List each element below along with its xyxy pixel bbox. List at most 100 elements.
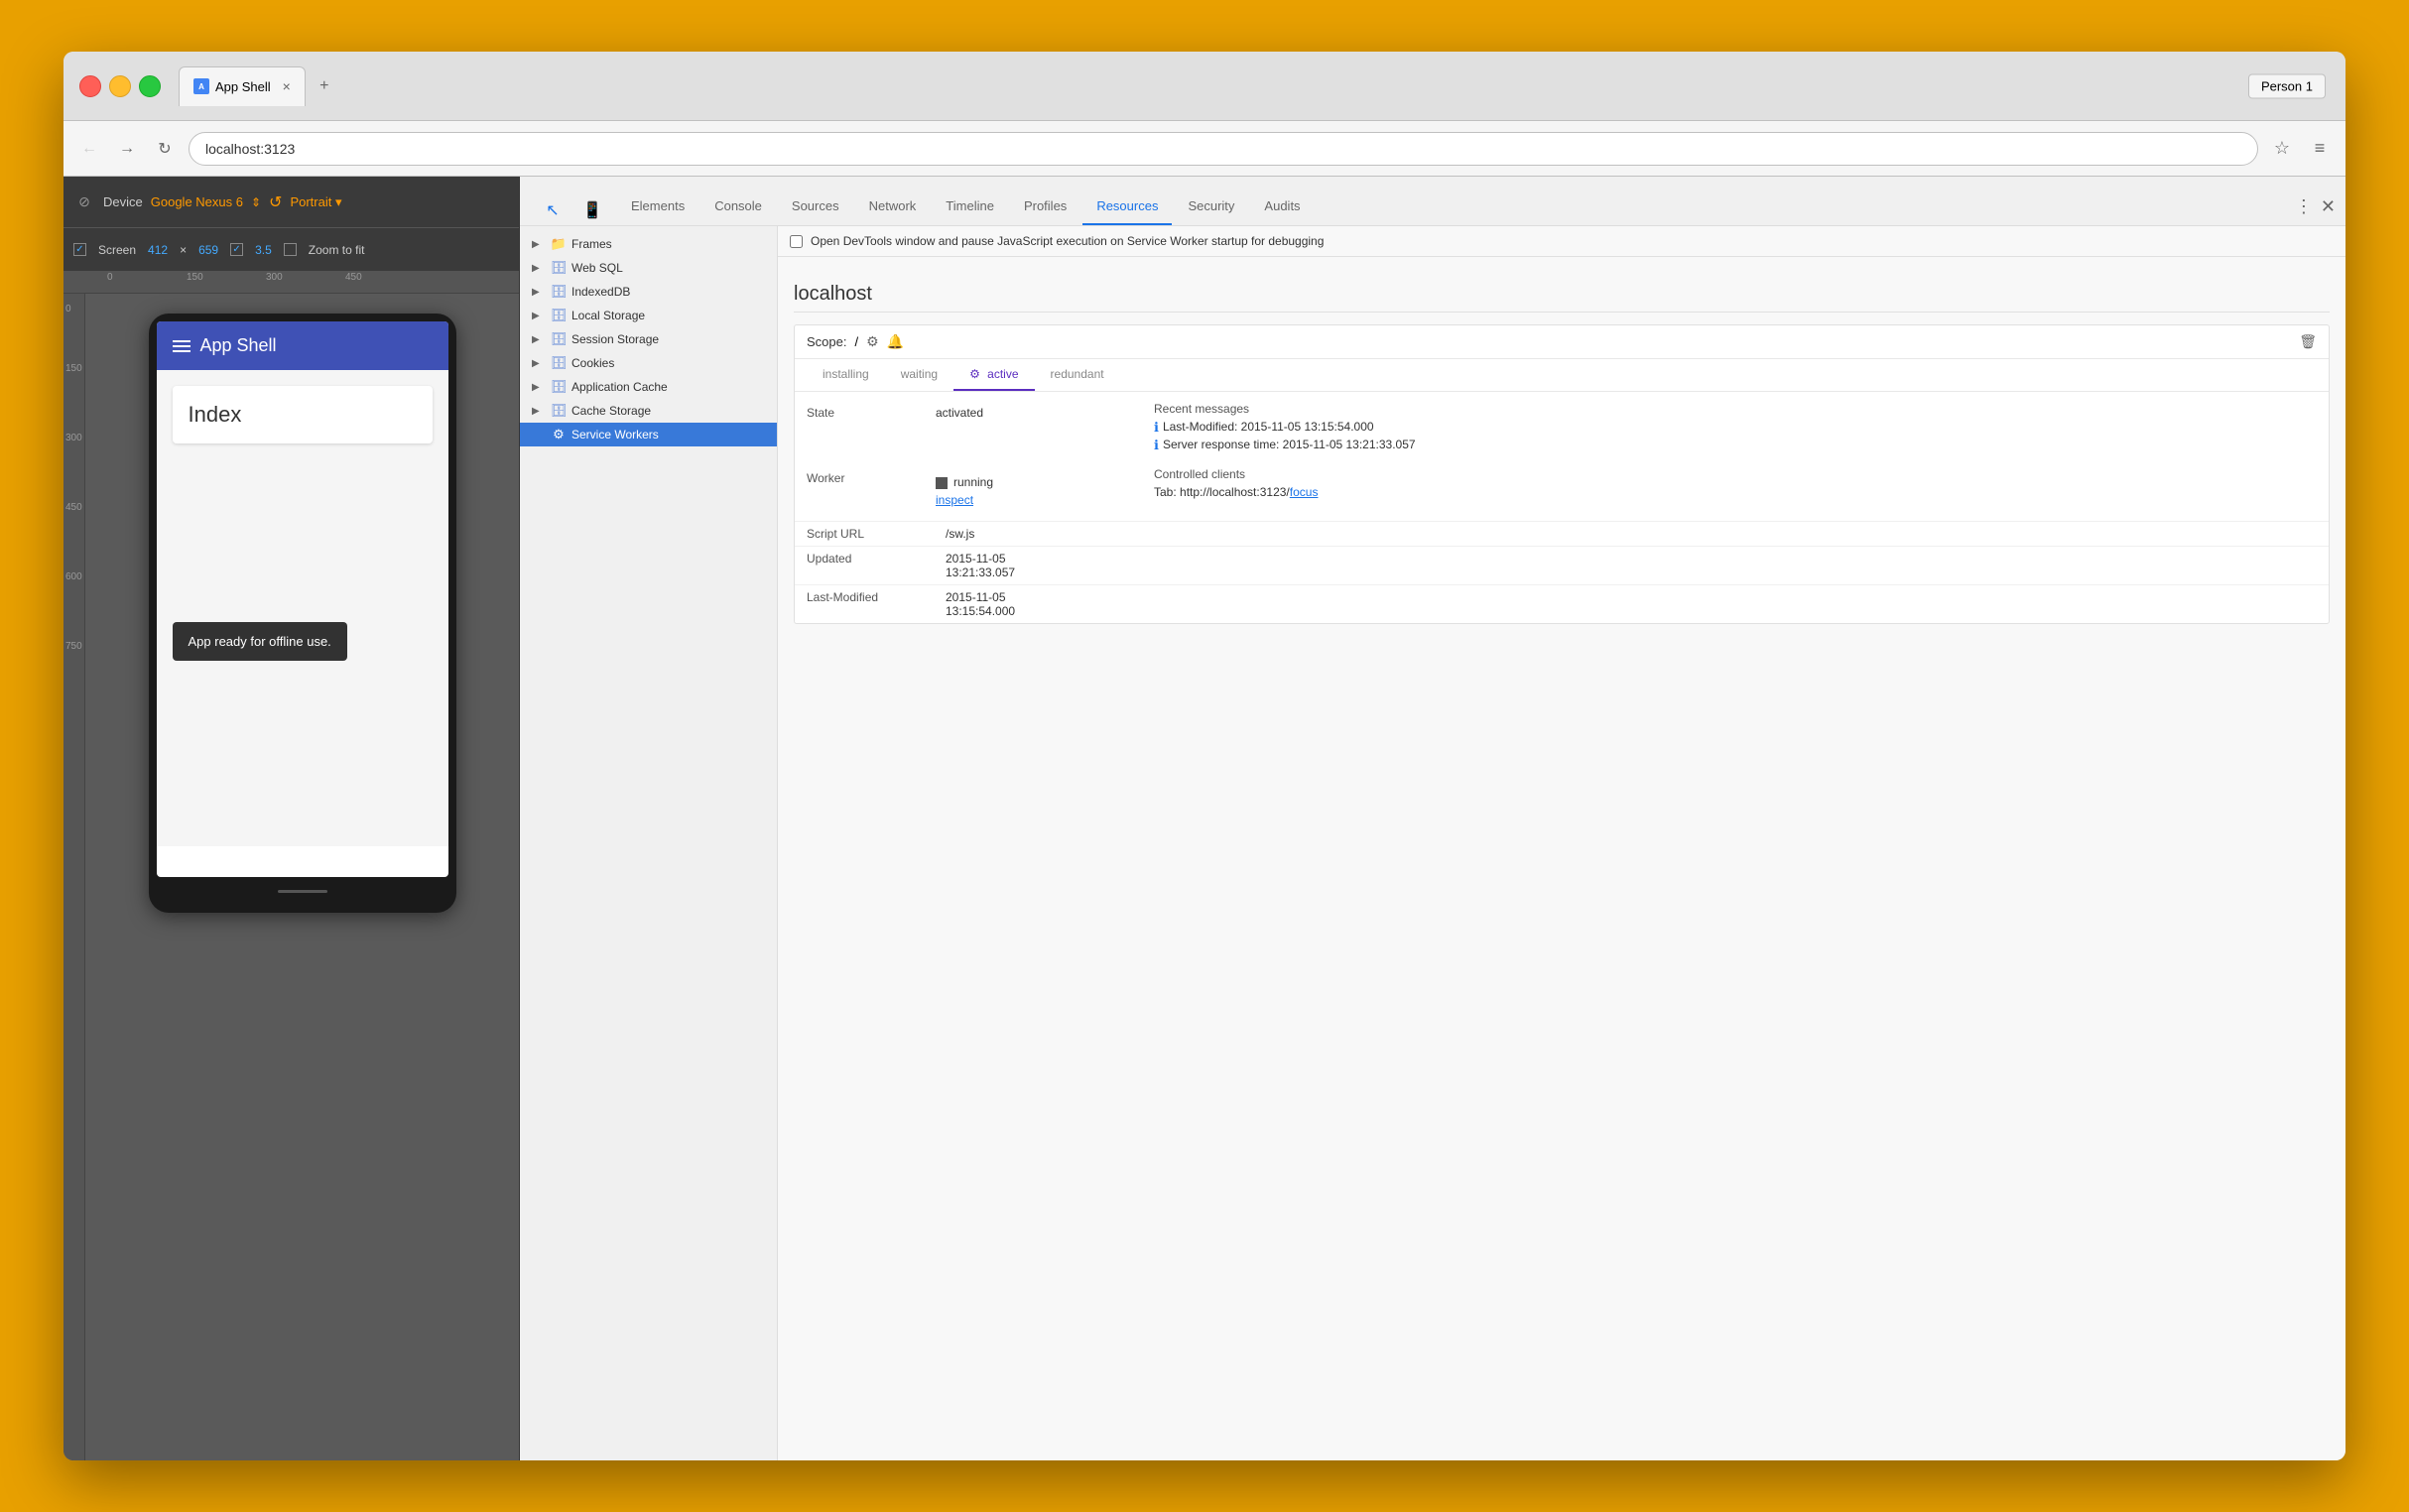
sw-warning-bar: Open DevTools window and pause JavaScrip… [778, 226, 2346, 257]
person-button[interactable]: Person 1 [2248, 73, 2326, 98]
db-icon-indexeddb: 🗄 [550, 284, 568, 300]
tab-app-shell[interactable]: A App Shell × [179, 66, 306, 106]
tree-item-websql[interactable]: ▶ 🗄 Web SQL [520, 256, 777, 280]
tab-profiles[interactable]: Profiles [1010, 188, 1080, 225]
worker-value-col: running inspect [936, 467, 1154, 511]
back-button[interactable]: ← [75, 135, 103, 163]
device-portrait-select[interactable]: Portrait ▾ [290, 194, 341, 210]
tree-item-cookies[interactable]: ▶ 🗄 Cookies [520, 351, 777, 375]
host-section: localhost Scope: / ⚙ 🔔 🗑 [794, 273, 2330, 624]
address-bar[interactable]: localhost:3123 [189, 132, 2258, 166]
ruler-mark-450: 450 [345, 272, 362, 283]
tree-item-localstorage[interactable]: ▶ 🗄 Local Storage [520, 304, 777, 327]
bookmark-button[interactable]: ☆ [2268, 135, 2296, 163]
traffic-lights [79, 75, 161, 97]
zoom-level: 3.5 [255, 243, 272, 257]
worker-inspect-link[interactable]: inspect [936, 493, 973, 507]
zoom-to-fit-checkbox[interactable] [284, 243, 297, 256]
controlled-clients-col: Controlled clients Tab: http://localhost… [1154, 467, 2317, 511]
screen-x: × [180, 243, 187, 257]
tab-sources[interactable]: Sources [778, 188, 853, 225]
more-tabs-button[interactable]: ⋮ [2295, 196, 2313, 217]
maximize-button[interactable] [139, 75, 161, 97]
sw-scope-bar: Scope: / ⚙ 🔔 🗑 [795, 325, 2329, 359]
refresh-button[interactable]: ↻ [151, 135, 179, 163]
scope-delete-button[interactable]: 🗑 [2299, 333, 2317, 350]
info-icon-2: ℹ [1154, 438, 1159, 453]
ruler-v-mark-750: 750 [65, 641, 82, 652]
host-title: localhost [794, 273, 2330, 313]
device-arrows-icon[interactable]: ⇕ [251, 195, 261, 209]
new-tab-button[interactable]: + [310, 71, 339, 101]
sw-tab-installing[interactable]: installing [807, 359, 885, 391]
close-button[interactable] [79, 75, 101, 97]
tree-item-frames[interactable]: ▶ 📁 Frames [520, 232, 777, 256]
ruler-mark-300: 300 [266, 272, 283, 283]
tab-elements[interactable]: Elements [617, 188, 698, 225]
browser-window: A App Shell × + Person 1 ← → ↻ localhost… [63, 52, 2346, 1460]
tree-arrow-frames: ▶ [532, 239, 546, 250]
cursor-icon[interactable]: ↖ [538, 195, 568, 225]
recent-messages-label: Recent messages [1154, 402, 2317, 416]
tree-item-sessionstorage[interactable]: ▶ 🗄 Session Storage [520, 327, 777, 351]
devtools-tab-icons: ↖ 📱 [530, 195, 615, 225]
script-url-label: Script URL [807, 527, 946, 541]
menu-button[interactable]: ≡ [2306, 135, 2334, 163]
sw-icon: ⚙ [550, 427, 568, 442]
title-bar: A App Shell × + Person 1 [63, 52, 2346, 121]
recent-messages-col: Recent messages ℹ Last-Modified: 2015-11… [1154, 402, 2317, 455]
screen-checkbox[interactable] [73, 243, 86, 256]
resources-tree: ▶ 📁 Frames ▶ 🗄 Web SQL ▶ 🗄 IndexedDB [520, 226, 778, 1460]
hamburger-menu[interactable] [173, 340, 190, 352]
device-sub-toolbar: Screen 412 × 659 3.5 Zoom to fit [63, 228, 519, 272]
index-title: Index [189, 402, 417, 428]
scope-bell-icon[interactable]: 🔔 [887, 333, 904, 350]
tab-console[interactable]: Console [700, 188, 776, 225]
phone-screen: App Shell Index App ready for offline us… [157, 321, 448, 877]
tree-item-appcache[interactable]: ▶ 🗄 Application Cache [520, 375, 777, 399]
tab-network[interactable]: Network [855, 188, 931, 225]
tree-item-cachestorage[interactable]: ▶ 🗄 Cache Storage [520, 399, 777, 423]
tab-resources[interactable]: Resources [1082, 188, 1172, 225]
ruler-v-mark-600: 600 [65, 571, 82, 582]
app-header: App Shell [157, 321, 448, 370]
sw-status-tabs: installing waiting ⚙ active [795, 359, 2329, 392]
updated-value-2: 13:21:33.057 [946, 566, 2317, 579]
devtools-main: localhost Scope: / ⚙ 🔔 🗑 [778, 257, 2346, 1460]
last-modified-value-2: 13:15:54.000 [946, 604, 2317, 618]
device-rotate-icon[interactable]: ↺ [269, 192, 282, 212]
sw-debug-checkbox[interactable] [790, 235, 803, 248]
tab-timeline[interactable]: Timeline [932, 188, 1008, 225]
folder-icon-frames: 📁 [550, 236, 568, 252]
tab-close-button[interactable]: × [283, 78, 291, 94]
ruler-mark-150: 150 [187, 272, 203, 283]
tab-audits[interactable]: Audits [1250, 188, 1314, 225]
message-item-1: ℹ Last-Modified: 2015-11-05 13:15:54.000 [1154, 420, 2317, 436]
forward-button[interactable]: → [113, 135, 141, 163]
tab-favicon: A [193, 78, 209, 94]
nav-bar: ← → ↻ localhost:3123 ☆ ≡ [63, 121, 2346, 177]
zoom-checkbox[interactable] [230, 243, 243, 256]
scope-settings-icon[interactable]: ⚙ [866, 333, 879, 350]
client-focus-link[interactable]: focus [1290, 485, 1319, 499]
tree-arrow-appcache: ▶ [532, 382, 546, 393]
phone-bottom-bar [157, 877, 448, 905]
tree-item-serviceworkers[interactable]: ⚙ Service Workers [520, 423, 777, 446]
sw-tab-active[interactable]: ⚙ active [953, 359, 1034, 391]
sw-script-url-row: Script URL /sw.js [795, 521, 2329, 546]
worker-stop-button[interactable] [936, 477, 948, 489]
db-icon-websql: 🗄 [550, 260, 568, 276]
tab-security[interactable]: Security [1174, 188, 1248, 225]
sw-tab-redundant[interactable]: redundant [1035, 359, 1120, 391]
sw-tab-waiting[interactable]: waiting [885, 359, 953, 391]
phone-icon[interactable]: 📱 [577, 195, 607, 225]
tree-item-indexeddb[interactable]: ▶ 🗄 IndexedDB [520, 280, 777, 304]
device-name[interactable]: Google Nexus 6 [151, 194, 243, 209]
device-panel: ⊘ Device Google Nexus 6 ⇕ ↺ Portrait ▾ S… [63, 177, 520, 1460]
device-area: 0 150 300 450 600 750 [63, 294, 519, 1460]
worker-label: Worker [807, 467, 936, 511]
ruler-marks-horizontal: 0 150 300 450 [107, 272, 519, 293]
minimize-button[interactable] [109, 75, 131, 97]
close-devtools-button[interactable]: ✕ [2321, 196, 2336, 217]
updated-value: 2015-11-05 13:21:33.057 [946, 552, 2317, 579]
